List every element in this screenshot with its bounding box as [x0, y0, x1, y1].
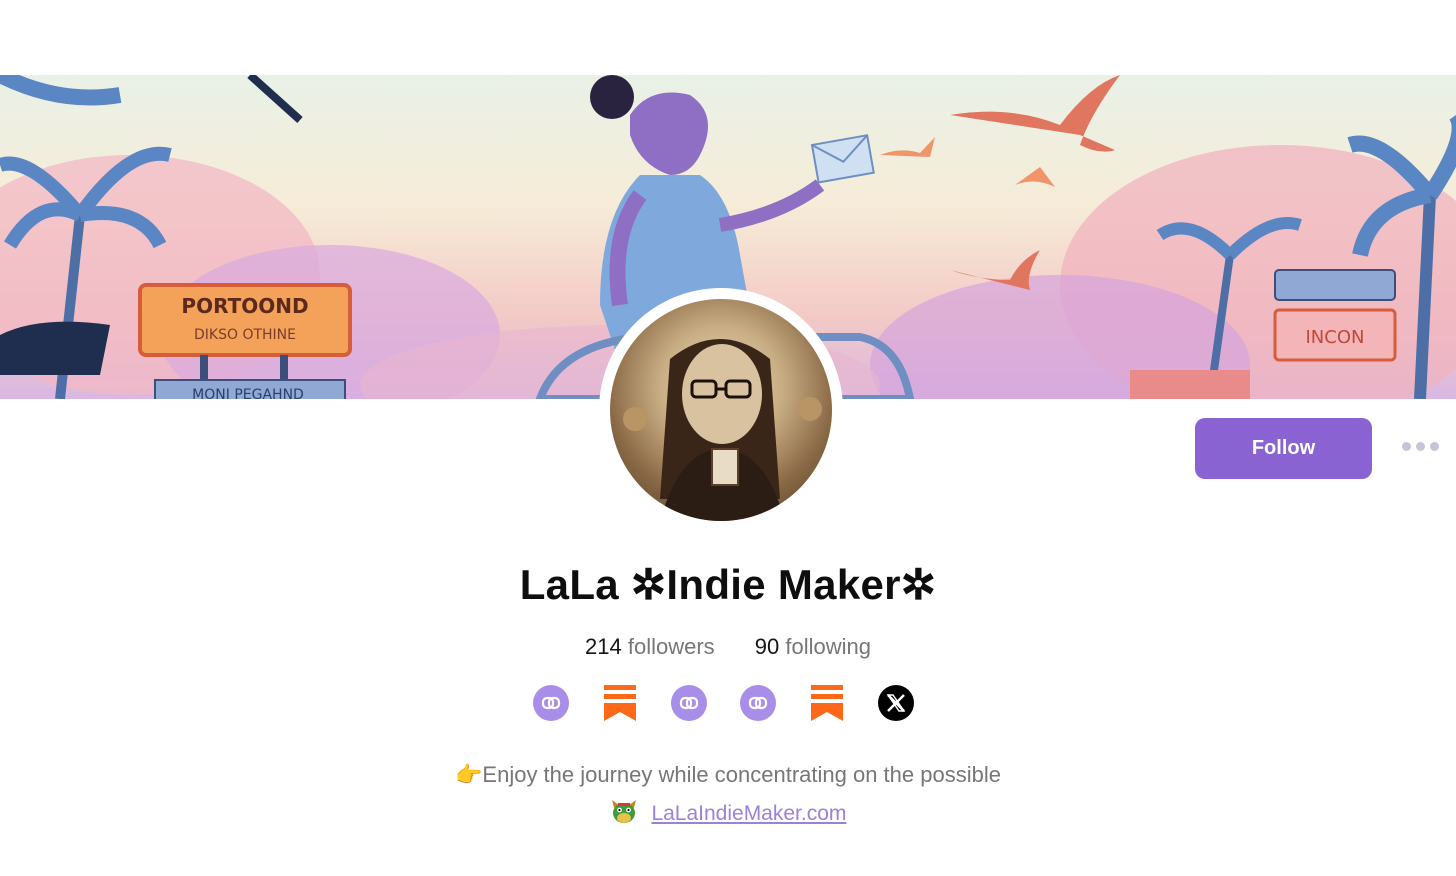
social-links — [533, 685, 914, 721]
notes-link-icon[interactable] — [671, 685, 707, 721]
more-options-icon[interactable] — [1398, 432, 1442, 460]
following-link[interactable]: 90 following — [755, 634, 871, 660]
substack-icon[interactable] — [602, 685, 638, 721]
banner-sign-text: MONI PEGAHND — [192, 387, 304, 399]
followers-link[interactable]: 214 followers — [585, 634, 715, 660]
website-row: LaLaIndieMaker.com — [0, 798, 1456, 832]
dragon-emoji-icon — [610, 798, 638, 832]
x-twitter-icon[interactable] — [878, 685, 914, 721]
website-link[interactable]: LaLaIndieMaker.com — [651, 802, 846, 825]
banner-sign-text: INCON — [1306, 327, 1365, 348]
following-count: 90 — [754, 634, 780, 659]
substack-icon[interactable] — [809, 685, 845, 721]
notes-link-icon[interactable] — [533, 685, 569, 721]
profile-counts: 214 followers 90 following — [0, 634, 1456, 660]
banner-sign-text: DIKSO OTHINE — [194, 327, 296, 343]
profile-bio: 👉Enjoy the journey while concentrating o… — [455, 762, 1001, 787]
follow-button[interactable]: Follow — [1195, 418, 1372, 479]
profile-name: LaLa ✲Indie Maker✲ — [519, 561, 937, 608]
followers-label: followers — [627, 634, 715, 659]
following-label: following — [785, 634, 871, 659]
followers-count: 214 — [585, 634, 622, 659]
notes-link-icon[interactable] — [740, 685, 776, 721]
avatar-photo — [610, 299, 832, 521]
banner-sign-text: PORTOOND — [181, 294, 308, 318]
profile-avatar[interactable] — [599, 288, 843, 532]
